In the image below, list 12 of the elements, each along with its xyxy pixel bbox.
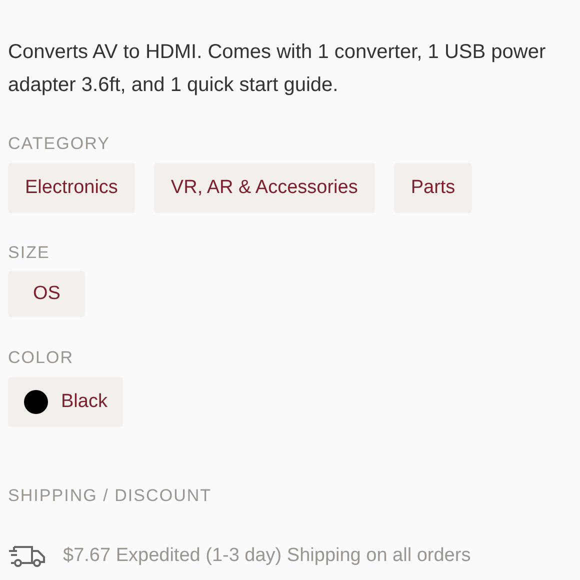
color-name: Black <box>61 390 108 414</box>
category-tag[interactable]: Electronics <box>8 163 135 213</box>
section-label: COLOR <box>8 349 75 366</box>
size-tag: OS <box>8 271 86 317</box>
category-tag[interactable]: VR, AR & Accessories <box>154 163 375 213</box>
truck-icon <box>8 544 46 568</box>
description: Converts AV to HDMI. Comes with 1 converter, 1 USB power adapter 3.6ft, and 1 quick start guide. <box>8 40 547 98</box>
section-label: SIZE <box>8 244 51 261</box>
section-label: CATEGORY <box>8 135 111 152</box>
shipping-text: $7.67 Expedited (1-3 day) Shipping on all orders <box>63 544 471 568</box>
section-label: SHIPPING / DISCOUNT <box>8 487 213 504</box>
category-tag[interactable]: Parts <box>394 163 472 213</box>
